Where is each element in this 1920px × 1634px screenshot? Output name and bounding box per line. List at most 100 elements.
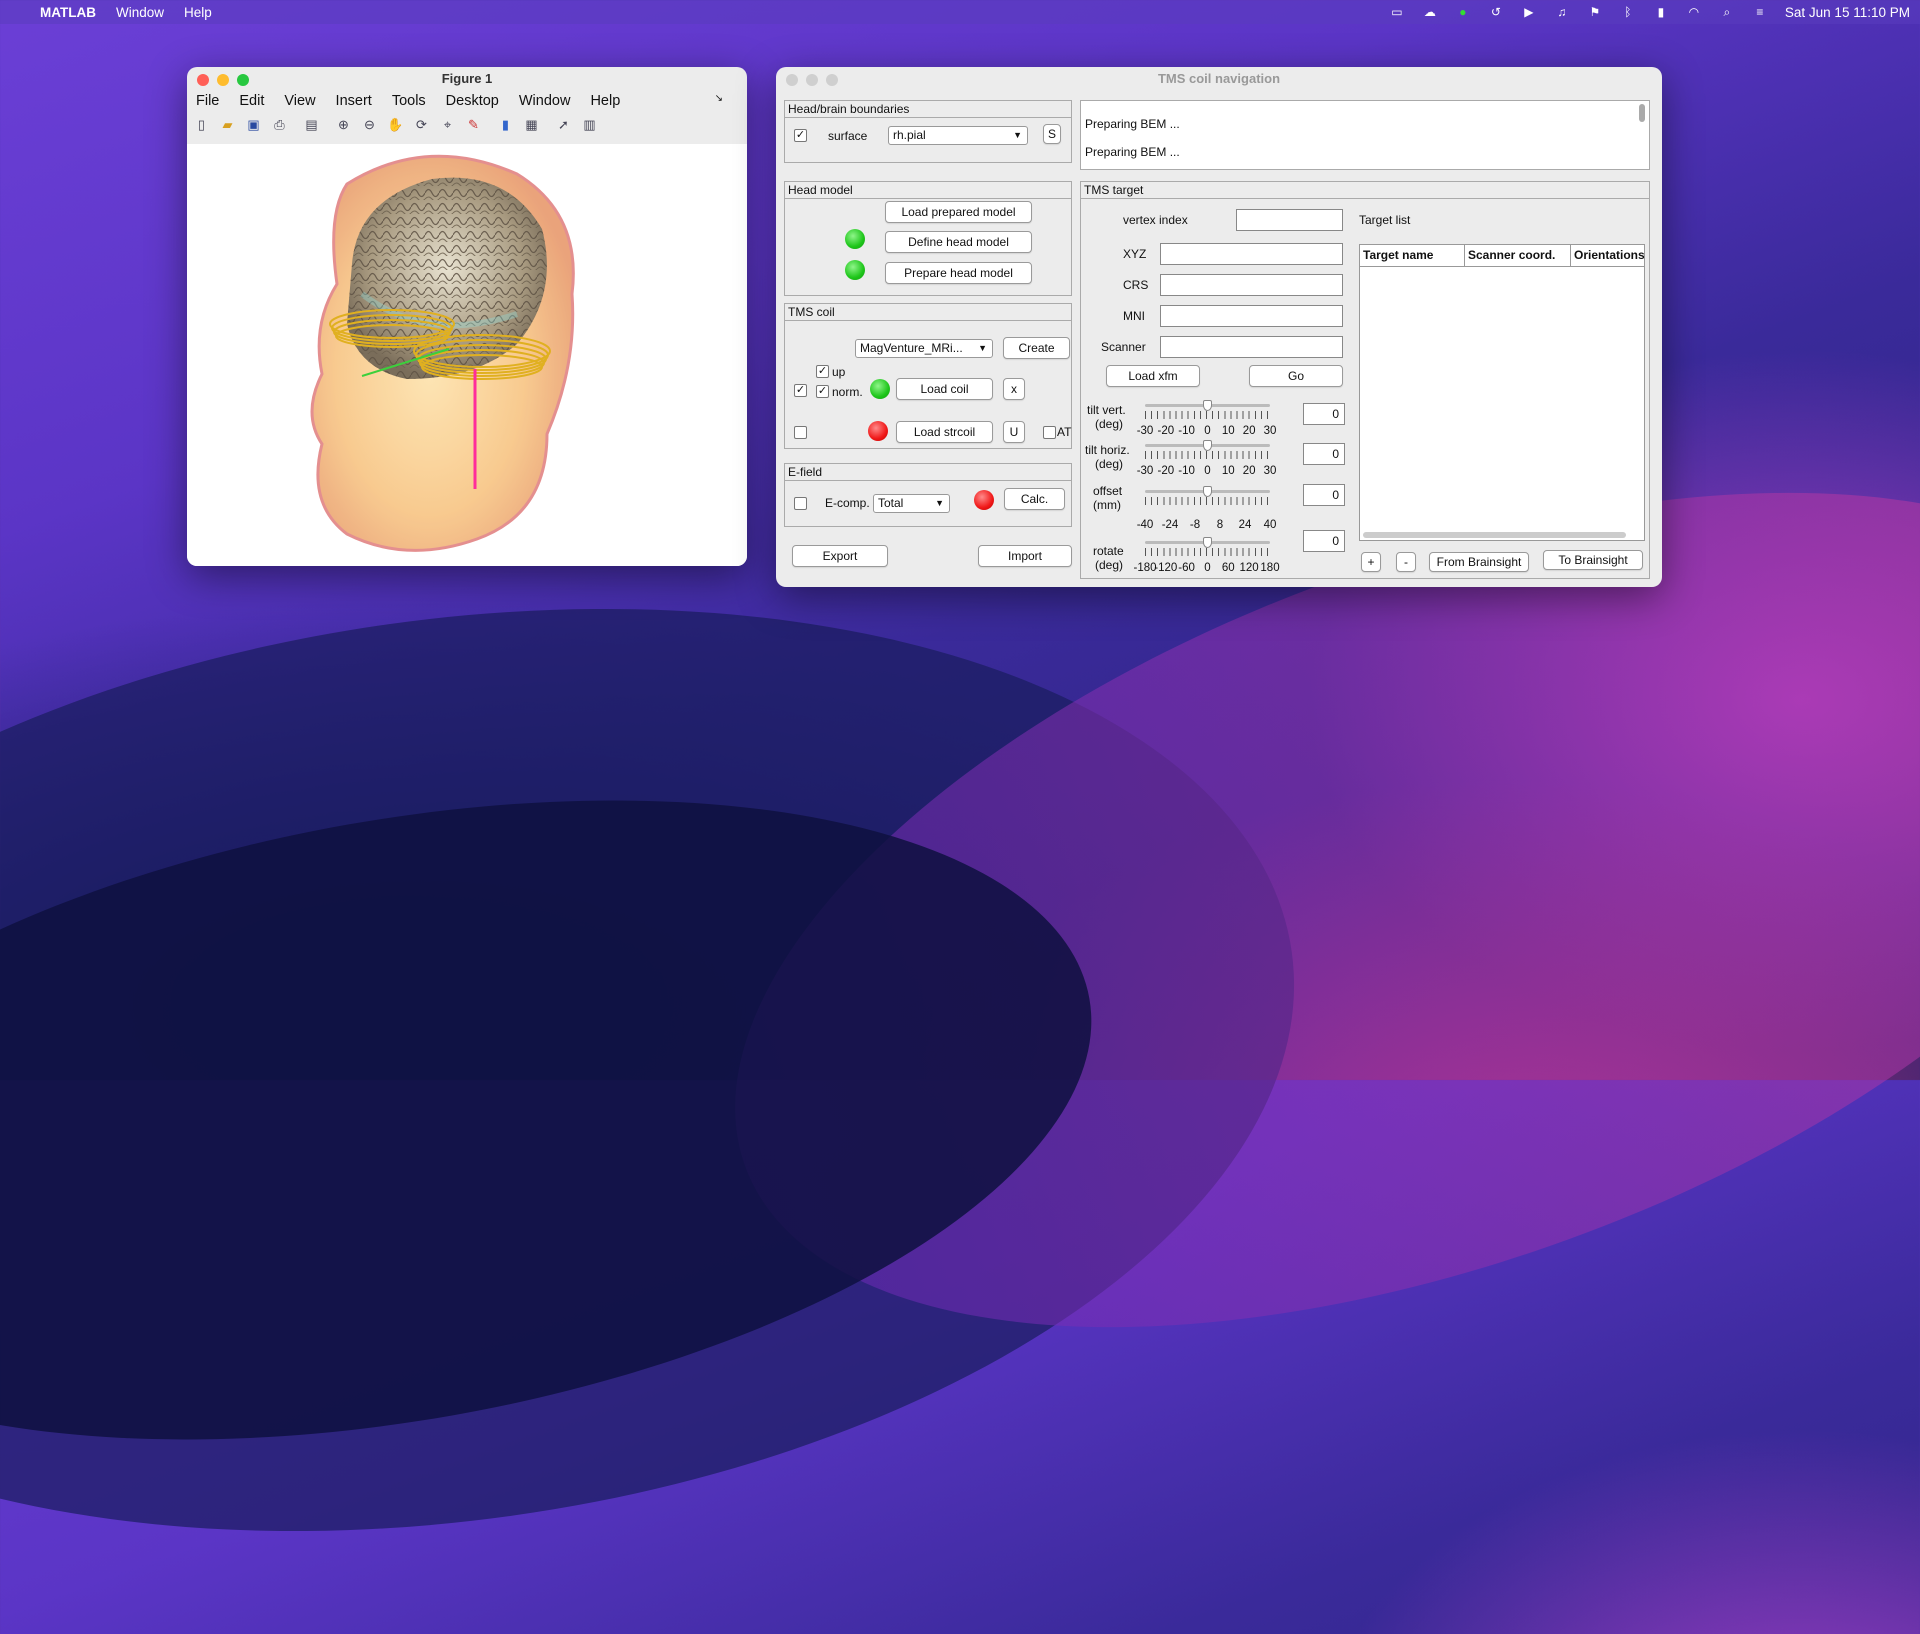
minimize-icon[interactable] bbox=[806, 74, 818, 86]
open-icon[interactable]: ▰ bbox=[219, 117, 236, 132]
pan-icon[interactable]: ✋ bbox=[387, 117, 404, 132]
load-coil-button[interactable]: Load coil bbox=[896, 378, 993, 400]
print-icon[interactable]: ⎙ bbox=[271, 117, 288, 132]
zoom-icon[interactable] bbox=[826, 74, 838, 86]
mni-input[interactable] bbox=[1160, 305, 1343, 327]
colorbar-icon[interactable]: ▮ bbox=[497, 117, 514, 132]
column-orientations[interactable]: Orientations bbox=[1571, 245, 1644, 266]
up-checkbox[interactable]: ✓ bbox=[816, 365, 829, 378]
vertex-index-input[interactable] bbox=[1236, 209, 1343, 231]
battery-icon[interactable]: ▮ bbox=[1653, 6, 1669, 18]
property-inspector-icon[interactable]: ▥ bbox=[581, 117, 598, 132]
edit-plot-icon[interactable]: ➚ bbox=[555, 117, 572, 132]
close-icon[interactable] bbox=[786, 74, 798, 86]
spotlight-icon[interactable]: ⌕ bbox=[1719, 6, 1735, 18]
norm-checkbox[interactable]: ✓ bbox=[816, 385, 829, 398]
play-icon[interactable]: ▶ bbox=[1521, 6, 1537, 18]
wifi-icon[interactable]: ◠ bbox=[1686, 6, 1702, 18]
bluetooth-icon[interactable]: ᛒ bbox=[1620, 6, 1636, 18]
menu-window[interactable]: Window bbox=[116, 5, 164, 20]
target-table[interactable]: Target name Scanner coord. Orientations bbox=[1359, 244, 1645, 541]
surface-checkbox[interactable]: ✓ bbox=[794, 129, 807, 142]
at-checkbox[interactable] bbox=[1043, 426, 1056, 439]
go-button[interactable]: Go bbox=[1249, 365, 1343, 387]
column-target-name[interactable]: Target name bbox=[1360, 245, 1465, 266]
menu-app-name[interactable]: MATLAB bbox=[40, 5, 96, 20]
tilt-horiz-value[interactable]: 0 bbox=[1303, 443, 1345, 465]
coil-checkbox[interactable]: ✓ bbox=[794, 384, 807, 397]
brush-icon[interactable]: ✎ bbox=[465, 117, 482, 132]
import-button[interactable]: Import bbox=[978, 545, 1072, 567]
print-preview-icon[interactable]: ▤ bbox=[303, 117, 320, 132]
xyz-input[interactable] bbox=[1160, 243, 1343, 265]
log-box[interactable]: Preparing BEM ... Preparing BEM ... bbox=[1080, 100, 1650, 170]
figure-menu-desktop[interactable]: Desktop bbox=[446, 93, 499, 113]
figure-menu-file[interactable]: File bbox=[196, 93, 219, 113]
figure-menu-view[interactable]: View bbox=[284, 93, 315, 113]
headphones-icon[interactable]: ♫ bbox=[1554, 6, 1570, 18]
column-scanner-coord[interactable]: Scanner coord. bbox=[1465, 245, 1571, 266]
rotate-3d-icon[interactable]: ⟳ bbox=[413, 117, 430, 132]
boundaries-title: Head/brain boundaries bbox=[788, 102, 910, 116]
figure-menu-window[interactable]: Window bbox=[519, 93, 571, 113]
calc-button[interactable]: Calc. bbox=[1004, 488, 1065, 510]
green-status-icon[interactable]: ● bbox=[1455, 6, 1471, 18]
tms-titlebar[interactable]: TMS coil navigation bbox=[776, 67, 1662, 93]
efield-checkbox[interactable] bbox=[794, 497, 807, 510]
scanner-input[interactable] bbox=[1160, 336, 1343, 358]
close-icon[interactable] bbox=[197, 74, 209, 86]
load-prepared-model-button[interactable]: Load prepared model bbox=[885, 201, 1032, 223]
figure-canvas[interactable] bbox=[187, 144, 747, 566]
chevron-down-icon: ▼ bbox=[935, 498, 944, 508]
zoom-out-icon[interactable]: ⊖ bbox=[361, 117, 378, 132]
figure-menu-edit[interactable]: Edit bbox=[239, 93, 264, 113]
time-machine-icon[interactable]: ↺ bbox=[1488, 6, 1504, 18]
load-strcoil-button[interactable]: Load strcoil bbox=[896, 421, 993, 443]
s-button[interactable]: S bbox=[1043, 124, 1061, 144]
surface-select[interactable]: rh.pial ▼ bbox=[888, 126, 1028, 145]
figure-menu-insert[interactable]: Insert bbox=[336, 93, 372, 113]
tms-coil-title: TMS coil bbox=[788, 305, 835, 319]
add-target-button[interactable]: + bbox=[1361, 552, 1381, 572]
new-figure-icon[interactable]: ▯ bbox=[193, 117, 210, 132]
crs-input[interactable] bbox=[1160, 274, 1343, 296]
define-head-model-button[interactable]: Define head model bbox=[885, 231, 1032, 253]
crs-label: CRS bbox=[1123, 278, 1149, 292]
x-button[interactable]: x bbox=[1003, 378, 1025, 400]
log-line: Preparing BEM ... bbox=[1085, 145, 1180, 159]
to-brainsight-button[interactable]: To Brainsight bbox=[1543, 550, 1643, 570]
u-button[interactable]: U bbox=[1003, 421, 1025, 443]
rotate-value[interactable]: 0 bbox=[1303, 530, 1345, 552]
legend-icon[interactable]: ▦ bbox=[523, 117, 540, 132]
remove-target-button[interactable]: - bbox=[1396, 552, 1416, 572]
offset-value[interactable]: 0 bbox=[1303, 484, 1345, 506]
tilt-vert-value[interactable]: 0 bbox=[1303, 403, 1345, 425]
from-brainsight-button[interactable]: From Brainsight bbox=[1429, 552, 1529, 572]
strcoil-checkbox[interactable] bbox=[794, 426, 807, 439]
prepare-head-model-button[interactable]: Prepare head model bbox=[885, 262, 1032, 284]
zoom-in-icon[interactable]: ⊕ bbox=[335, 117, 352, 132]
data-cursor-icon[interactable]: ⌖ bbox=[439, 117, 456, 132]
dock-arrow-icon[interactable]: ↘ bbox=[715, 93, 723, 104]
export-button[interactable]: Export bbox=[792, 545, 888, 567]
create-button[interactable]: Create bbox=[1003, 337, 1070, 359]
flag-icon[interactable]: ⚑ bbox=[1587, 6, 1603, 18]
clock[interactable]: Sat Jun 15 11:10 PM bbox=[1785, 5, 1910, 20]
log-scrollbar[interactable] bbox=[1639, 104, 1645, 122]
cloud-icon[interactable]: ☁ bbox=[1422, 6, 1438, 18]
figure-menu-tools[interactable]: Tools bbox=[392, 93, 426, 113]
zoom-icon[interactable] bbox=[237, 74, 249, 86]
table-header: Target name Scanner coord. Orientations bbox=[1360, 245, 1644, 267]
figure-titlebar[interactable]: Figure 1 bbox=[187, 67, 747, 93]
save-icon[interactable]: ▣ bbox=[245, 117, 262, 132]
load-xfm-button[interactable]: Load xfm bbox=[1106, 365, 1200, 387]
coil-select[interactable]: MagVenture_MRi... ▼ bbox=[855, 339, 993, 358]
minimize-icon[interactable] bbox=[217, 74, 229, 86]
ecomp-select[interactable]: Total ▼ bbox=[873, 494, 950, 513]
offset-slider[interactable] bbox=[1145, 486, 1270, 516]
control-center-icon[interactable]: ≡ bbox=[1752, 6, 1768, 18]
menu-help[interactable]: Help bbox=[184, 5, 212, 20]
display-icon[interactable]: ▭ bbox=[1389, 6, 1405, 18]
figure-menu-help[interactable]: Help bbox=[590, 93, 620, 113]
table-scrollbar[interactable] bbox=[1363, 532, 1626, 538]
